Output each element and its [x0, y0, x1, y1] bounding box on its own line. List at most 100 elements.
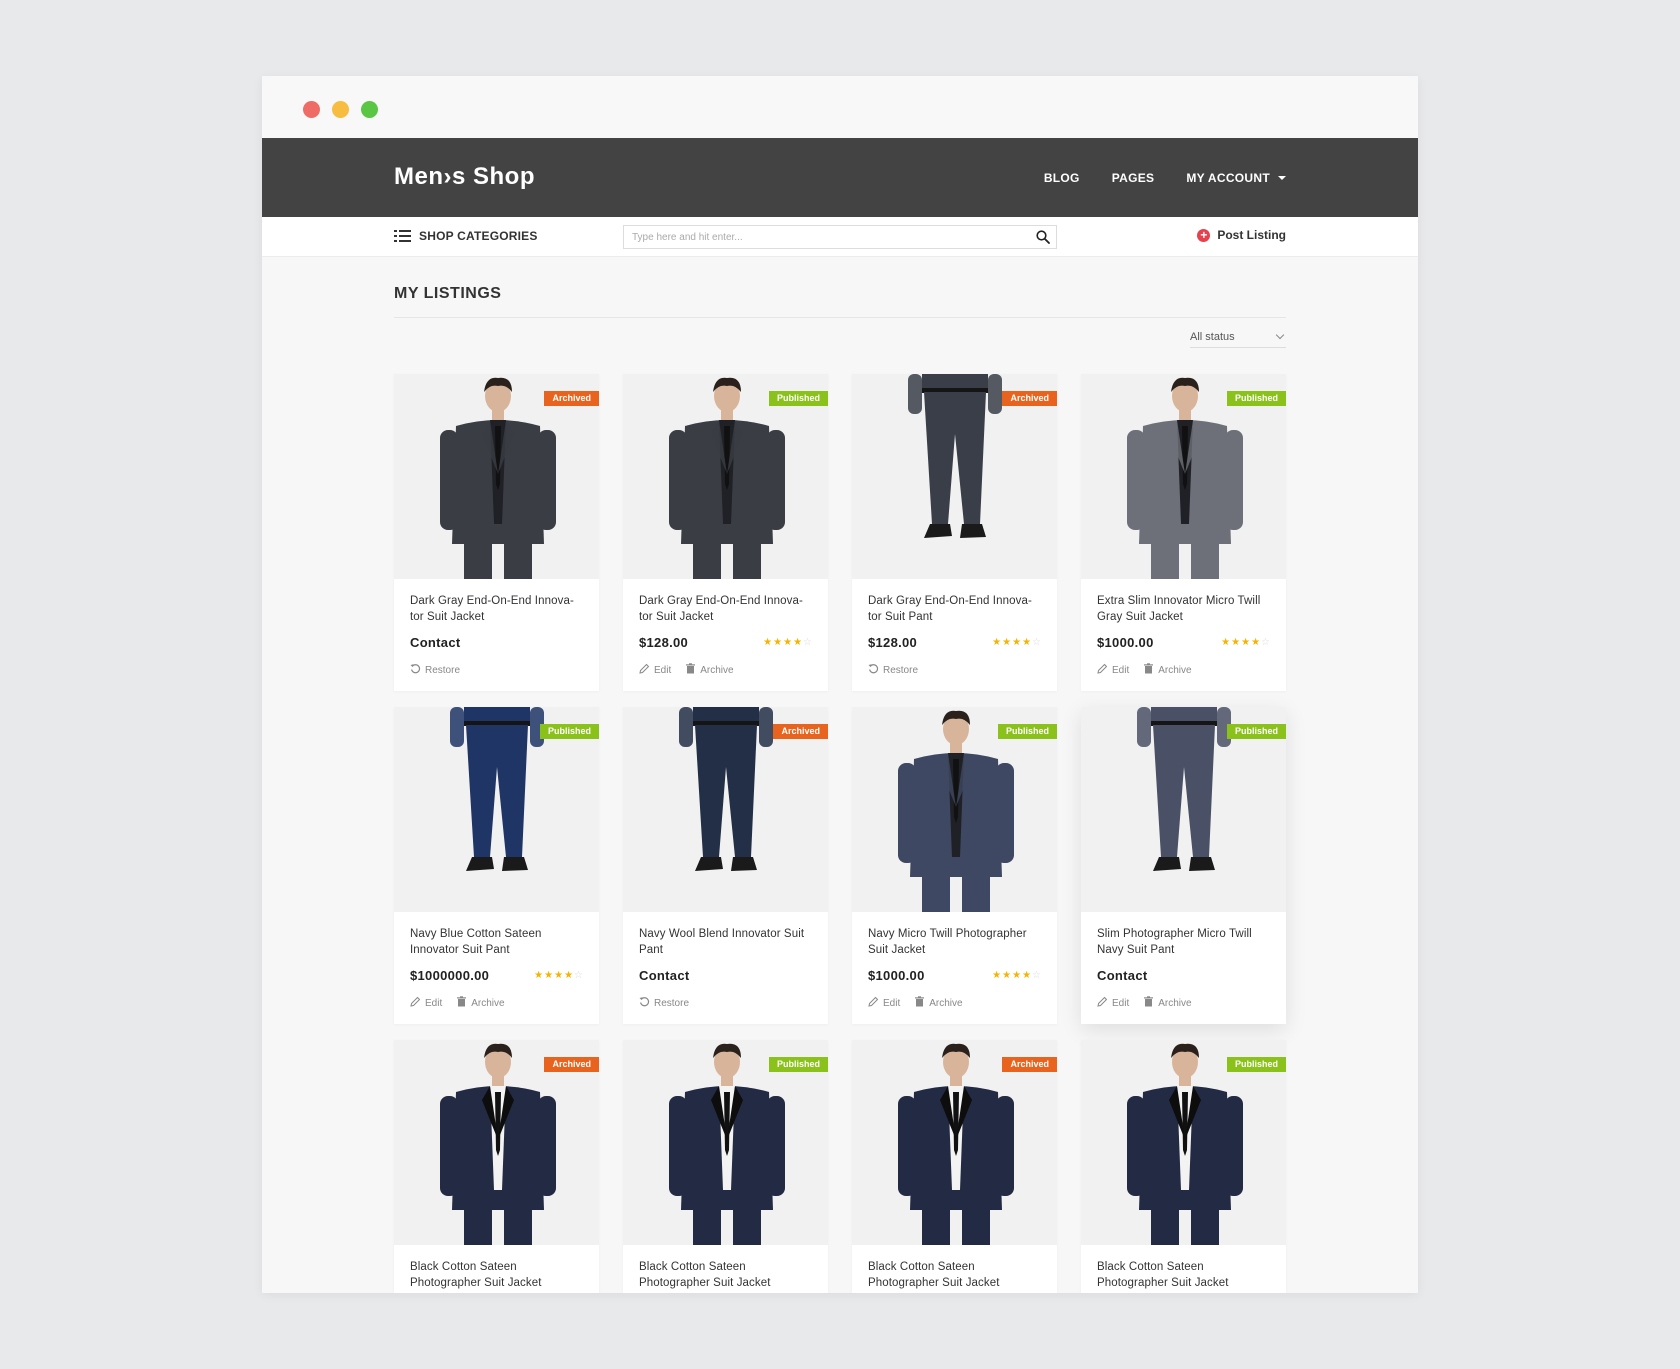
- listing-card[interactable]: Published Black Cotton Sateen Photographe…: [1081, 1040, 1286, 1293]
- listing-photo[interactable]: Published: [394, 707, 599, 912]
- listing-card[interactable]: Published Dark Gray End-On-End Innova-tor…: [623, 374, 828, 691]
- listing-photo[interactable]: Archived: [852, 374, 1057, 579]
- status-filter-value: All status: [1190, 331, 1235, 343]
- listing-name[interactable]: Black Cotton Sateen Photographer Suit Ja…: [1097, 1259, 1271, 1293]
- listing-card[interactable]: Archived Black Cotton Sateen Photographer…: [852, 1040, 1057, 1293]
- listing-name[interactable]: Black Cotton Sateen Photographer Suit Ja…: [868, 1259, 1042, 1293]
- listing-price: $128.00: [868, 634, 918, 650]
- price-row: Contact: [410, 633, 584, 651]
- list-icon: [394, 229, 411, 243]
- status-badge: Published: [768, 1057, 828, 1072]
- listing-card[interactable]: Published Black Cotton Sateen Photographe…: [623, 1040, 828, 1293]
- listing-price: $1000000.00: [410, 967, 490, 983]
- edit-label: Edit: [1112, 997, 1130, 1009]
- star-rating: ★★★★☆: [992, 636, 1042, 648]
- edit-label: Edit: [1112, 664, 1130, 676]
- edit-label: Edit: [654, 664, 672, 676]
- restore-button[interactable]: Restore: [410, 663, 460, 677]
- listing-card[interactable]: Published Slim Photographer Micro Twill N…: [1081, 707, 1286, 1024]
- archive-button[interactable]: Archive: [685, 663, 734, 677]
- edit-button[interactable]: Edit: [410, 996, 442, 1010]
- price-row: Contact: [1097, 966, 1271, 984]
- archive-button[interactable]: Archive: [1143, 996, 1192, 1010]
- listing-name[interactable]: Navy Blue Cotton Sateen Innovator Suit P…: [410, 926, 584, 960]
- brand-logo[interactable]: Men›s Shop: [394, 163, 535, 191]
- minimize-dot[interactable]: [332, 101, 349, 118]
- listing-photo[interactable]: Published: [852, 707, 1057, 912]
- search-icon[interactable]: [1036, 230, 1050, 244]
- archive-button[interactable]: Archive: [456, 996, 505, 1010]
- nav-pages[interactable]: PAGES: [1112, 171, 1155, 185]
- listing-card[interactable]: Archived Dark Gray End-On-End Innova-tor …: [852, 374, 1057, 691]
- listing-name[interactable]: Black Cotton Sateen Photographer Suit Ja…: [410, 1259, 584, 1293]
- listing-photo[interactable]: Archived: [623, 707, 828, 912]
- shop-categories-button[interactable]: SHOP CATEGORIES: [394, 229, 538, 243]
- status-badge: Published: [997, 724, 1057, 739]
- listing-name[interactable]: Navy Wool Blend Innovator Suit Pant: [639, 926, 813, 960]
- listing-photo[interactable]: Published: [1081, 374, 1286, 579]
- search-box: [623, 225, 1057, 249]
- archive-label: Archive: [1158, 664, 1192, 676]
- restore-label: Restore: [883, 664, 919, 676]
- listing-name[interactable]: Dark Gray End-On-End Innova-tor Suit Jac…: [639, 593, 813, 627]
- status-badge: Archived: [1002, 1057, 1057, 1072]
- edit-button[interactable]: Edit: [1097, 996, 1129, 1010]
- listing-info: Extra Slim Innovator Micro Twill Gray Su…: [1081, 579, 1286, 691]
- navbar: Men›s Shop BLOG PAGES MY ACCOUNT: [262, 138, 1418, 217]
- listing-card[interactable]: Published Navy Blue Cotton Sateen Innovat…: [394, 707, 599, 1024]
- chevron-down-icon: [1275, 330, 1285, 340]
- listing-card[interactable]: Archived Navy Wool Blend Innovator Suit P…: [623, 707, 828, 1024]
- nav-my-account[interactable]: MY ACCOUNT: [1186, 171, 1286, 185]
- search-input[interactable]: [624, 226, 1024, 248]
- pencil-icon: [1097, 996, 1108, 1010]
- listing-price: $1000.00: [868, 967, 925, 983]
- page-title: MY LISTINGS: [394, 285, 1286, 318]
- listing-info: Black Cotton Sateen Photographer Suit Ja…: [852, 1245, 1057, 1293]
- listing-price: Contact: [639, 967, 690, 983]
- listing-name[interactable]: Dark Gray End-On-End Innova-tor Suit Pan…: [868, 593, 1042, 627]
- trash-icon: [1143, 996, 1154, 1010]
- close-dot[interactable]: [303, 101, 320, 118]
- listing-card[interactable]: Archived Black Cotton Sateen Photographer…: [394, 1040, 599, 1293]
- edit-button[interactable]: Edit: [1097, 663, 1129, 677]
- listing-photo[interactable]: Published: [623, 374, 828, 579]
- listing-photo[interactable]: Published: [1081, 1040, 1286, 1245]
- listing-photo[interactable]: Archived: [394, 374, 599, 579]
- maximize-dot[interactable]: [361, 101, 378, 118]
- edit-button[interactable]: Edit: [639, 663, 671, 677]
- price-row: $1000000.00 ★★★★☆: [410, 966, 584, 984]
- status-badge: Archived: [773, 724, 828, 739]
- trash-icon: [914, 996, 925, 1010]
- status-filter-select[interactable]: All status: [1190, 330, 1286, 348]
- status-badge: Published: [1226, 391, 1286, 406]
- archive-button[interactable]: Archive: [1143, 663, 1192, 677]
- nav-blog[interactable]: BLOG: [1044, 171, 1080, 185]
- restore-button[interactable]: Restore: [868, 663, 918, 677]
- listing-info: Dark Gray End-On-End Innova-tor Suit Jac…: [623, 579, 828, 691]
- listing-photo[interactable]: Published: [1081, 707, 1286, 912]
- pencil-icon: [410, 996, 421, 1010]
- pencil-icon: [868, 996, 879, 1010]
- listing-info: Dark Gray End-On-End Innova-tor Suit Jac…: [394, 579, 599, 691]
- listing-photo[interactable]: Published: [623, 1040, 828, 1245]
- listing-photo[interactable]: Archived: [394, 1040, 599, 1245]
- listing-price: Contact: [1097, 967, 1148, 983]
- caret-down-icon: [1278, 175, 1286, 180]
- archive-button[interactable]: Archive: [914, 996, 963, 1010]
- archive-label: Archive: [471, 997, 505, 1009]
- restore-button[interactable]: Restore: [639, 996, 689, 1010]
- edit-button[interactable]: Edit: [868, 996, 900, 1010]
- listing-card[interactable]: Archived Dark Gray End-On-End Innova-tor …: [394, 374, 599, 691]
- listing-card[interactable]: Published Navy Micro Twill Photographer S…: [852, 707, 1057, 1024]
- listing-name[interactable]: Black Cotton Sateen Photographer Suit Ja…: [639, 1259, 813, 1293]
- trash-icon: [456, 996, 467, 1010]
- listing-name[interactable]: Slim Photographer Micro Twill Navy Suit …: [1097, 926, 1271, 960]
- listing-name[interactable]: Extra Slim Innovator Micro Twill Gray Su…: [1097, 593, 1271, 627]
- trash-icon: [1143, 663, 1154, 677]
- listing-name[interactable]: Navy Micro Twill Photographer Suit Jacke…: [868, 926, 1042, 960]
- status-badge: Published: [539, 724, 599, 739]
- listing-photo[interactable]: Archived: [852, 1040, 1057, 1245]
- post-listing-button[interactable]: + Post Listing: [1197, 228, 1286, 242]
- listing-card[interactable]: Published Extra Slim Innovator Micro Twil…: [1081, 374, 1286, 691]
- listing-name[interactable]: Dark Gray End-On-End Innova-tor Suit Jac…: [410, 593, 584, 627]
